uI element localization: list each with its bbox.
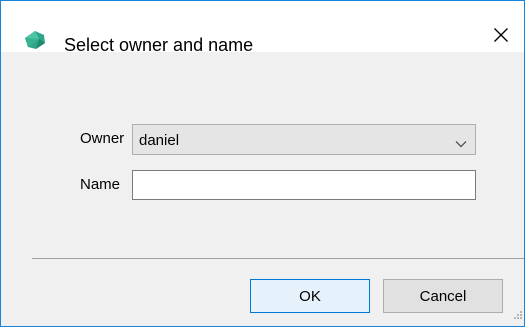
name-input[interactable] [132, 170, 476, 200]
close-button[interactable] [481, 23, 521, 52]
owner-dropdown[interactable]: daniel [132, 124, 476, 155]
dialog-window: Select owner and name Owner daniel Name … [0, 0, 525, 327]
name-label: Name [80, 176, 121, 193]
resize-grip-icon[interactable] [513, 307, 523, 325]
close-icon [493, 27, 509, 48]
dialog-body: Owner daniel Name OK Cancel [1, 52, 524, 326]
cancel-button[interactable]: Cancel [383, 279, 503, 313]
title-bar: Select owner and name [1, 1, 524, 55]
ok-button[interactable]: OK [250, 279, 370, 313]
divider [32, 258, 524, 259]
owner-label: Owner [80, 130, 125, 147]
chevron-down-icon [455, 135, 467, 153]
owner-dropdown-value: daniel [139, 132, 180, 149]
